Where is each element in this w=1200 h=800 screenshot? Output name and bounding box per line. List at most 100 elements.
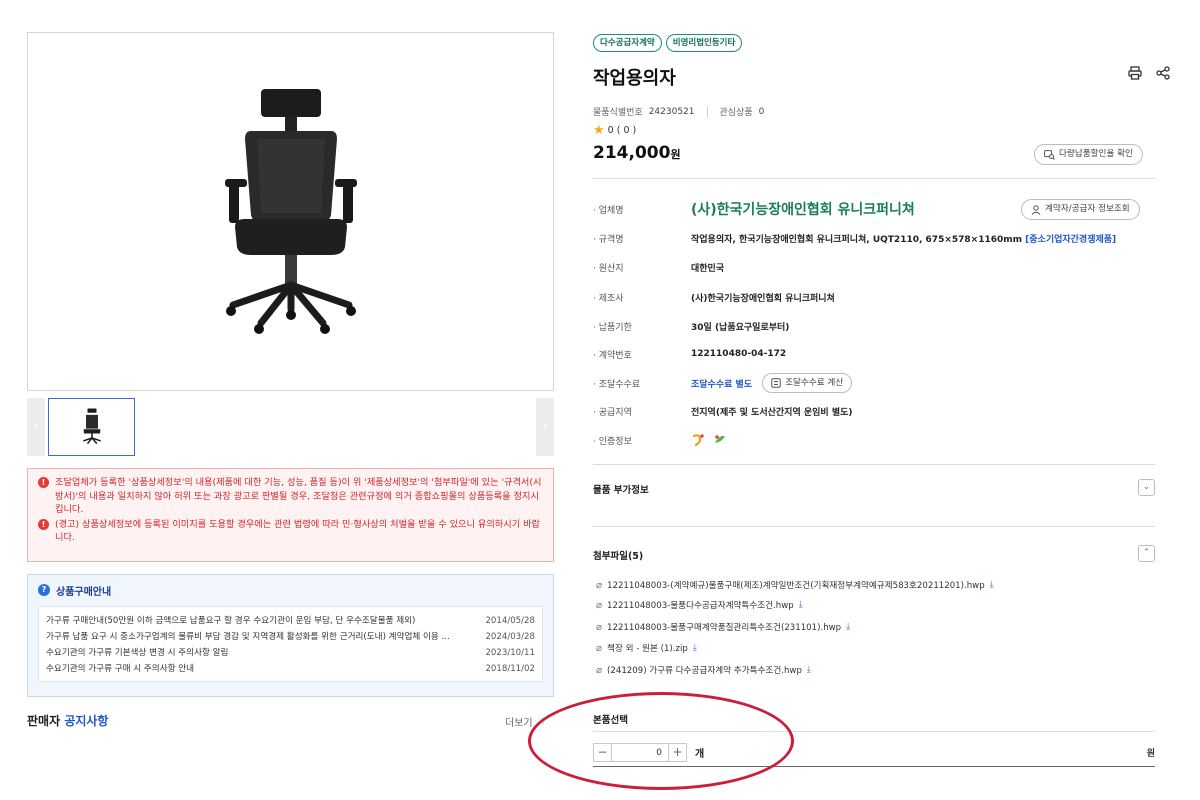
- increment-button[interactable]: +: [668, 744, 686, 761]
- guide-list-item[interactable]: 수요기관의 가구류 기본색상 변경 시 주의사항 알림 2023/10/11: [46, 645, 535, 661]
- spec-label: · 원산지: [593, 263, 624, 274]
- attachment-item[interactable]: ⌀ 12211048003-물품다수공급자계약특수조건.hwp ⤓: [596, 598, 803, 612]
- guide-item-title[interactable]: 수요기관의 가구류 기본색상 변경 시 주의사항 알림: [46, 645, 228, 661]
- chevron-right-icon: ›: [540, 718, 545, 729]
- spec-maker: · 제조사 (사)한국기능장애인협회 유니크퍼니쳐: [593, 289, 1155, 305]
- disabled-enterprise-cert-icon[interactable]: [691, 433, 705, 447]
- attachment-name[interactable]: (241209) 가구류 다수공급자계약 추가특수조건.hwp: [607, 664, 802, 676]
- spec-value: 전지역(제주 및 도서산간지역 운임비 별도): [691, 407, 853, 418]
- attachment-item[interactable]: ⌀ 12211048003-물품구매계약품질관리특수조건(231101).hwp…: [596, 620, 850, 634]
- bulk-discount-label[interactable]: 다량납품할인율 확인: [1059, 145, 1133, 164]
- spec-origin: · 원산지 대한민국: [593, 259, 1155, 275]
- extra-info-title: 물품 부가정보: [593, 485, 649, 496]
- seller-notice-prefix: 판매자: [27, 714, 61, 728]
- thumbnail-1[interactable]: [48, 398, 135, 456]
- attachment-name[interactable]: 12211048003-물품구매계약품질관리특수조건(231101).hwp: [607, 621, 841, 633]
- extra-info-toggle[interactable]: ⌄: [1138, 479, 1155, 496]
- guide-item-date: 2023/10/11: [485, 648, 535, 658]
- download-icon[interactable]: ⤓: [693, 643, 697, 653]
- interest-label: 관심상품: [719, 108, 753, 118]
- warning-item: ! (경고) 상품상세정보에 등록된 이미지를 도용할 경우에는 관련 법령에 …: [38, 518, 543, 545]
- purchase-guide-list: 가구류 구매안내(50만원 이하 금액으로 납품요구 할 경우 수요기관이 운임…: [38, 606, 543, 682]
- guide-item-title[interactable]: 수요기관의 가구류 구매 시 주의사항 안내: [46, 661, 194, 677]
- attachment-item[interactable]: ⌀ (241209) 가구류 다수공급자계약 추가특수조건.hwp ⤓: [596, 663, 811, 677]
- attachment-item[interactable]: ⌀ 12211048003-(계약예규)물품구매(제조)계약일반조건(기획재정부…: [596, 578, 994, 592]
- section-divider: [593, 526, 1155, 527]
- exclamation-icon: !: [38, 518, 49, 530]
- share-icon[interactable]: [1156, 66, 1170, 80]
- price-unit: 원: [670, 148, 681, 161]
- spec-cert: · 인증정보: [593, 432, 1155, 448]
- attachment-item[interactable]: ⌀ 책장 외 - 원본 (1).zip ⤓: [596, 641, 697, 655]
- warning-notice-box: ! 조달업체가 등록한 '상품상세정보'의 내용(제품에 대한 기능, 성능, …: [27, 468, 554, 562]
- item-id-label: 물품식별번호: [593, 108, 643, 118]
- thumbnail-prev-arrow[interactable]: ‹: [27, 398, 45, 456]
- download-icon[interactable]: ⤓: [990, 580, 994, 590]
- spec-delivery: · 납품기한 30일 (납품요구일로부터): [593, 318, 1155, 334]
- vendor-info-button[interactable]: 계약자/공급자 정보조회: [1021, 199, 1140, 220]
- person-icon: [1031, 204, 1041, 215]
- seller-notice-more-link[interactable]: 더보기 ›: [505, 714, 545, 729]
- product-title: 작업용의자: [593, 68, 676, 89]
- spec-value: (사)한국기능장애인협회 유니크퍼니쳐: [691, 293, 835, 304]
- cert-icons: [691, 433, 727, 447]
- chevron-down-icon: ⌄: [1142, 482, 1151, 492]
- warning-item: ! 조달업체가 등록한 '상품상세정보'의 내용(제품에 대한 기능, 성능, …: [38, 476, 543, 517]
- company-name[interactable]: (사)한국기능장애인협회 유니크퍼니쳐: [691, 199, 915, 219]
- spec-label: · 납품기한: [593, 322, 632, 333]
- guide-item-date: 2018/11/02: [485, 664, 535, 674]
- star-icon: ★: [593, 122, 605, 138]
- spec-label: · 조달수수료: [593, 379, 641, 390]
- attachment-name[interactable]: 12211048003-물품다수공급자계약특수조건.hwp: [607, 599, 794, 611]
- badge-nonprofit: 비영리법인등기타: [665, 34, 743, 52]
- quantity-row: − + 개 원: [593, 739, 1155, 767]
- spec-label: · 업체명: [593, 205, 624, 216]
- paperclip-icon: ⌀: [596, 621, 603, 633]
- section-divider: [593, 464, 1155, 465]
- spec-label: · 공급지역: [593, 407, 632, 418]
- guide-list-item[interactable]: 수요기관의 가구류 구매 시 주의사항 안내 2018/11/02: [46, 661, 535, 677]
- attachment-name[interactable]: 12211048003-(계약예규)물품구매(제조)계약일반조건(기획재정부계약…: [607, 579, 985, 591]
- attachments-title: 첨부파일(5): [593, 551, 644, 562]
- attachment-name[interactable]: 책장 외 - 원본 (1).zip: [607, 642, 688, 654]
- product-meta: 물품식별번호 24230521 관심상품 0: [593, 105, 764, 118]
- fee-calc-label[interactable]: 조달수수료 계산: [785, 374, 843, 392]
- chair-thumbnail-image: [82, 408, 101, 445]
- warning-text-1: 조달업체가 등록한 '상품상세정보'의 내용(제품에 대한 기능, 성능, 품질…: [55, 477, 542, 515]
- more-link-label[interactable]: 더보기: [505, 718, 533, 729]
- guide-item-title[interactable]: 가구류 납품 요구 시 중소가구업계의 물류비 부담 경감 및 지역경제 활성화…: [46, 629, 450, 645]
- guide-list-item[interactable]: 가구류 구매안내(50만원 이하 금액으로 납품요구 할 경우 수요기관이 운임…: [46, 613, 535, 629]
- price-value: 214,000: [593, 143, 671, 163]
- spec-value: 30일 (납품요구일로부터): [691, 322, 790, 333]
- download-icon[interactable]: ⤓: [846, 622, 850, 632]
- chevron-up-icon: ⌃: [1142, 548, 1151, 558]
- seller-notice-highlight: 공지사항: [64, 714, 109, 728]
- purchase-guide-box: ? 상품구매안내 가구류 구매안내(50만원 이하 금액으로 납품요구 할 경우…: [27, 574, 554, 697]
- guide-item-title[interactable]: 가구류 구매안내(50만원 이하 금액으로 납품요구 할 경우 수요기관이 운임…: [46, 613, 415, 629]
- quantity-stepper[interactable]: − +: [593, 743, 687, 762]
- spec-fee: · 조달수수료 조달수수료 별도 조달수수료 계산: [593, 373, 1155, 393]
- fee-calc-button[interactable]: 조달수수료 계산: [762, 373, 853, 393]
- guide-item-date: 2014/05/28: [485, 616, 535, 626]
- calculator-icon: [771, 378, 781, 388]
- spec-value: 122110480-04-172: [691, 349, 787, 359]
- product-main-image: [27, 32, 554, 391]
- quantity-input[interactable]: [612, 744, 668, 761]
- vendor-info-label[interactable]: 계약자/공급자 정보조회: [1045, 200, 1130, 219]
- guide-list-item[interactable]: 가구류 납품 요구 시 중소가구업계의 물류비 부담 경감 및 지역경제 활성화…: [46, 629, 535, 645]
- spec-contract: · 계약번호 122110480-04-172: [593, 346, 1155, 362]
- print-icon[interactable]: [1128, 66, 1142, 80]
- spec-standard: · 규격명 작업용의자, 한국기능장애인협회 유니크퍼니쳐, UQT2110, …: [593, 230, 1155, 246]
- spec-region: · 공급지역 전지역(제주 및 도서산간지역 운임비 별도): [593, 403, 1155, 419]
- bulk-discount-button[interactable]: 다량납품할인율 확인: [1034, 144, 1143, 165]
- green-cert-icon[interactable]: [713, 433, 727, 447]
- download-icon[interactable]: ⤓: [807, 665, 811, 675]
- quantity-unit: 개: [695, 749, 705, 760]
- download-icon[interactable]: ⤓: [799, 600, 803, 610]
- thumbnail-next-arrow[interactable]: ›: [536, 398, 554, 456]
- section-divider: [593, 178, 1155, 179]
- sme-competition-tag: [중소기업자간경쟁제품]: [1025, 234, 1117, 245]
- paperclip-icon: ⌀: [596, 642, 603, 654]
- decrement-button[interactable]: −: [594, 744, 612, 761]
- attachments-toggle[interactable]: ⌃: [1138, 545, 1155, 562]
